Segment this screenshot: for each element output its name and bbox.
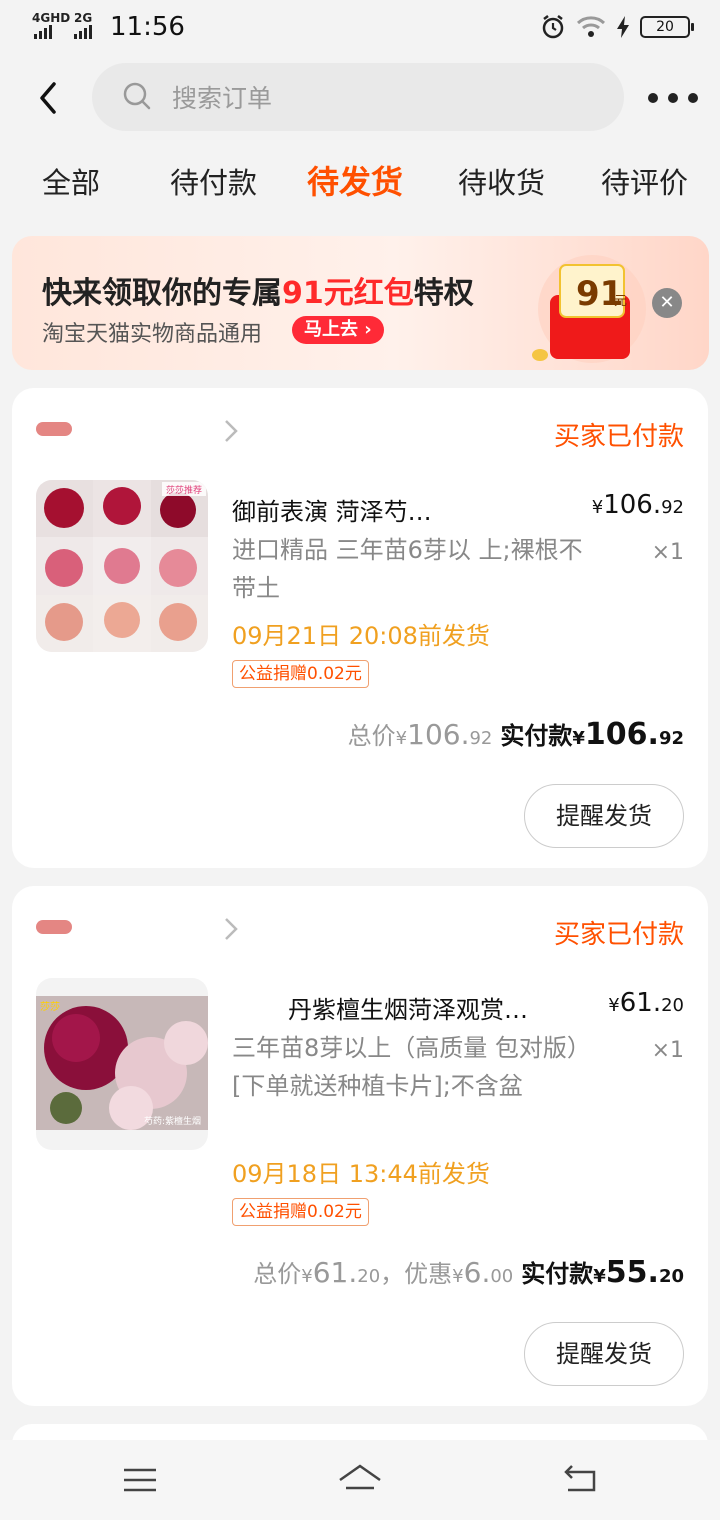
search-placeholder: 搜索订单 xyxy=(172,84,273,113)
promo-banner[interactable]: 快来领取你的专属91元红包特权 淘宝天猫实物商品通用 马上去 › 91 元 ✕ xyxy=(12,236,709,370)
unit-price: ¥61.20 xyxy=(608,988,684,1018)
product-thumbnail[interactable]: 莎莎推荐 xyxy=(36,480,208,652)
tab-all[interactable]: 全部 xyxy=(42,160,100,202)
home-icon[interactable] xyxy=(336,1460,384,1500)
product-title[interactable]: 丹紫檀生烟菏泽观赏… xyxy=(288,990,588,1025)
status-bar: 4GHD 2G 11:56 20 xyxy=(0,0,720,56)
product-sku: 三年苗8芽以上（高质量 包对版）[下单就送种植卡片];不含盆 xyxy=(232,1034,591,1100)
quantity: ×1 xyxy=(651,1038,684,1063)
red-packet-icon: 91 元 xyxy=(532,255,646,363)
remind-shipping-button[interactable]: 提醒发货 xyxy=(524,1322,684,1386)
search-input[interactable]: 搜索订单 xyxy=(92,63,624,131)
tab-pending-receipt[interactable]: 待收货 xyxy=(458,160,545,202)
banner-close-icon[interactable]: ✕ xyxy=(652,288,682,318)
thumbnail-logo-text: 莎莎 xyxy=(40,1000,60,1013)
unit-price: ¥106.92 xyxy=(591,490,684,520)
network-2g-label: 2G xyxy=(74,11,93,25)
chevron-right-icon[interactable] xyxy=(222,418,240,444)
signal-icon xyxy=(34,25,52,39)
more-options-icon[interactable] xyxy=(648,80,698,116)
charity-badge: 公益捐赠0.02元 xyxy=(232,660,369,688)
chevron-right-icon[interactable] xyxy=(222,916,240,942)
quantity: ×1 xyxy=(651,540,684,565)
charity-badge: 公益捐赠0.02元 xyxy=(232,1198,369,1226)
order-totals: 总价 ¥106. 92 实付款¥106.92 xyxy=(347,717,684,752)
remind-shipping-button[interactable]: 提醒发货 xyxy=(524,784,684,848)
order-status: 买家已付款 xyxy=(553,920,684,950)
tab-pending-payment[interactable]: 待付款 xyxy=(170,160,257,202)
tab-pending-review[interactable]: 待评价 xyxy=(601,160,688,202)
system-nav-bar xyxy=(0,1440,720,1520)
tab-pending-shipment[interactable]: 待发货 xyxy=(307,157,403,203)
svg-text:芍药:紫檀生烟: 芍药:紫檀生烟 xyxy=(144,1115,201,1127)
banner-title: 快来领取你的专属91元红包特权 xyxy=(42,276,474,311)
wifi-icon xyxy=(576,16,606,37)
product-sku: 进口精品 三年苗6芽以 上;裸根不带土 xyxy=(232,536,583,602)
signal-icon-2 xyxy=(74,25,92,39)
banner-subtitle: 淘宝天猫实物商品通用 xyxy=(42,322,263,347)
banner-cta-button[interactable]: 马上去 › xyxy=(292,316,384,344)
clock: 11:56 xyxy=(110,12,185,42)
product-thumbnail[interactable]: 莎莎 芍药:紫檀生烟 xyxy=(36,978,208,1150)
order-card: 买家已付款 莎莎推荐 御前表演 菏泽芍… ¥106.92 进口精品 三年苗6芽以… xyxy=(12,388,708,868)
svg-text:莎莎推荐: 莎莎推荐 xyxy=(166,484,202,496)
svg-text:元: 元 xyxy=(614,294,627,309)
shop-name[interactable] xyxy=(36,914,216,944)
order-status: 买家已付款 xyxy=(553,422,684,452)
menu-icon[interactable] xyxy=(120,1460,160,1500)
alarm-icon xyxy=(542,15,564,39)
ship-deadline: 09月18日 13:44前发货 xyxy=(232,1160,490,1188)
search-icon xyxy=(123,82,151,110)
order-card: 买家已付款 莎莎 芍药:紫檀生烟 丹紫檀生烟菏泽观赏… ¥61.20 三年苗8芽… xyxy=(12,886,708,1406)
shop-name[interactable] xyxy=(36,416,216,446)
order-totals: 总价 ¥61. 20 ，优惠 ¥6. 00 实付款¥55.20 xyxy=(253,1255,684,1290)
order-status-tabs: 全部 待付款 待发货 待收货 待评价 xyxy=(0,160,720,216)
battery-indicator: 20 xyxy=(640,16,694,38)
charging-icon xyxy=(617,16,629,38)
back-icon[interactable] xyxy=(560,1460,600,1500)
ship-deadline: 09月21日 20:08前发货 xyxy=(232,622,490,650)
network-4g-label: 4GHD xyxy=(32,11,71,25)
product-title[interactable]: 御前表演 菏泽芍… xyxy=(232,492,582,527)
back-arrow-icon[interactable] xyxy=(30,78,70,118)
